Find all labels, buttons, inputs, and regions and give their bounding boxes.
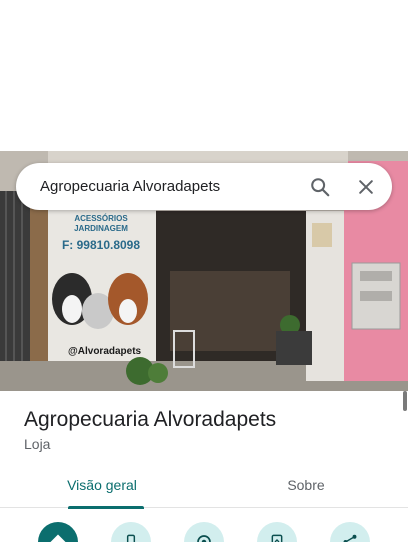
nearby-button[interactable] xyxy=(184,522,224,542)
tab-about[interactable]: Sobre xyxy=(204,462,408,508)
scrollbar[interactable] xyxy=(403,391,407,411)
directions-button[interactable] xyxy=(38,522,78,542)
save-icon xyxy=(271,534,283,542)
photo-sign-line1: ACESSÓRIOS xyxy=(74,214,128,223)
search-bar[interactable]: Agropecuaria Alvoradapets xyxy=(16,163,392,210)
tab-bar: Visão geral Sobre xyxy=(0,462,408,509)
search-icon xyxy=(311,177,330,196)
call-button[interactable] xyxy=(111,522,151,542)
directions-icon xyxy=(50,534,66,542)
action-buttons-row xyxy=(0,520,408,542)
search-input[interactable]: Agropecuaria Alvoradapets xyxy=(16,178,300,195)
share-icon xyxy=(343,534,357,542)
search-button[interactable] xyxy=(300,167,340,207)
photo-sign-line2: JARDINAGEM xyxy=(74,224,128,233)
tab-active-indicator xyxy=(68,506,144,509)
nearby-icon xyxy=(197,535,211,542)
place-title: Agropecuaria Alvoradapets xyxy=(24,408,277,431)
tab-about-label: Sobre xyxy=(287,477,325,493)
place-category: Loja xyxy=(24,436,51,452)
close-button[interactable] xyxy=(346,167,386,207)
photo-sign-phone: F: 99810.8098 xyxy=(62,238,140,252)
share-button[interactable] xyxy=(330,522,370,542)
phone-icon xyxy=(126,534,136,542)
photo-sign-handle: @Alvoradapets xyxy=(68,346,142,357)
save-button[interactable] xyxy=(257,522,297,542)
close-icon xyxy=(359,179,373,194)
tab-overview[interactable]: Visão geral xyxy=(0,462,204,509)
tab-overview-label: Visão geral xyxy=(67,477,137,493)
map-blank-area xyxy=(0,0,408,151)
